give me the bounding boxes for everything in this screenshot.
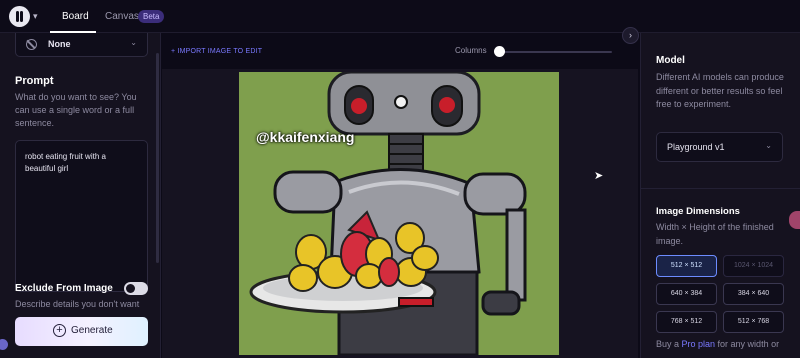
plus-circle-icon: + <box>53 324 66 337</box>
model-value: Playground v1 <box>667 142 725 152</box>
generate-button[interactable]: + Generate <box>15 317 148 346</box>
cursor-icon: ➤ <box>594 170 604 182</box>
prompt-input[interactable]: robot eating fruit with a beautiful girl <box>15 140 148 292</box>
dimension-1024x1024[interactable]: 1024 × 1024 <box>723 255 784 277</box>
section-divider <box>641 188 800 189</box>
image-stage: @kkaifenxiang ➤ <box>162 69 638 358</box>
tab-canvas[interactable]: Canvas <box>105 11 139 22</box>
dimension-384x640[interactable]: 384 × 640 <box>723 283 784 305</box>
prompt-heading: Prompt <box>15 75 54 87</box>
exclude-help-text: Describe details you don't want <box>15 299 140 309</box>
prompt-help-text: What do you want to see? You can use a s… <box>15 92 137 128</box>
dimensions-heading: Image Dimensions <box>656 206 740 217</box>
generate-label: Generate <box>71 325 113 336</box>
generated-image[interactable]: @kkaifenxiang <box>239 72 559 355</box>
negative-filter-value: None <box>48 39 71 49</box>
pro-prefix: Buy a <box>656 339 682 349</box>
left-panel: None ⌄ Prompt What do you want to see? Y… <box>0 33 161 358</box>
exclude-heading: Exclude From Image <box>15 283 113 294</box>
dimension-512x512[interactable]: 512 × 512 <box>656 255 717 277</box>
ban-icon <box>26 39 37 50</box>
chevron-down-icon: ⌄ <box>130 38 137 47</box>
beta-badge: Beta <box>138 10 165 23</box>
watermark-text: @kkaifenxiang <box>256 129 355 145</box>
chevron-down-icon: ⌄ <box>765 141 772 150</box>
pro-plan-text: Buy a Pro plan for any width or <box>656 339 779 349</box>
feedback-tab[interactable] <box>789 211 800 229</box>
model-heading: Model <box>656 55 685 66</box>
chevron-right-icon[interactable]: › <box>622 27 639 44</box>
columns-label: Columns <box>455 46 487 55</box>
help-bubble[interactable] <box>0 339 8 350</box>
pro-plan-link[interactable]: Pro plan <box>682 339 716 349</box>
columns-slider-knob[interactable] <box>494 46 505 57</box>
model-select[interactable]: Playground v1 ⌄ <box>656 132 783 162</box>
import-image-link[interactable]: + IMPORT IMAGE TO EDIT <box>171 48 262 55</box>
top-bar: ▾ Board Canvas Beta <box>0 0 800 33</box>
board-area: + IMPORT IMAGE TO EDIT Columns › @kkaife… <box>162 27 639 358</box>
dimension-512x768[interactable]: 512 × 768 <box>723 311 784 333</box>
logo-icon[interactable] <box>9 6 30 27</box>
pro-suffix: for any width or <box>715 339 780 349</box>
tab-board[interactable]: Board <box>62 11 89 22</box>
columns-slider[interactable] <box>496 51 612 53</box>
dimension-640x384[interactable]: 640 × 384 <box>656 283 717 305</box>
negative-filter-select[interactable]: None ⌄ <box>15 33 148 57</box>
dimensions-help-text: Width × Height of the finished image. <box>656 222 774 246</box>
robot-illustration <box>239 72 559 355</box>
left-scrollbar[interactable] <box>156 53 159 263</box>
chevron-down-icon[interactable]: ▾ <box>33 11 38 22</box>
model-help-text: Different AI models can produce differen… <box>656 72 784 109</box>
exclude-toggle[interactable] <box>124 282 148 295</box>
dimension-768x512[interactable]: 768 × 512 <box>656 311 717 333</box>
right-panel: Model Different AI models can produce di… <box>640 33 800 358</box>
